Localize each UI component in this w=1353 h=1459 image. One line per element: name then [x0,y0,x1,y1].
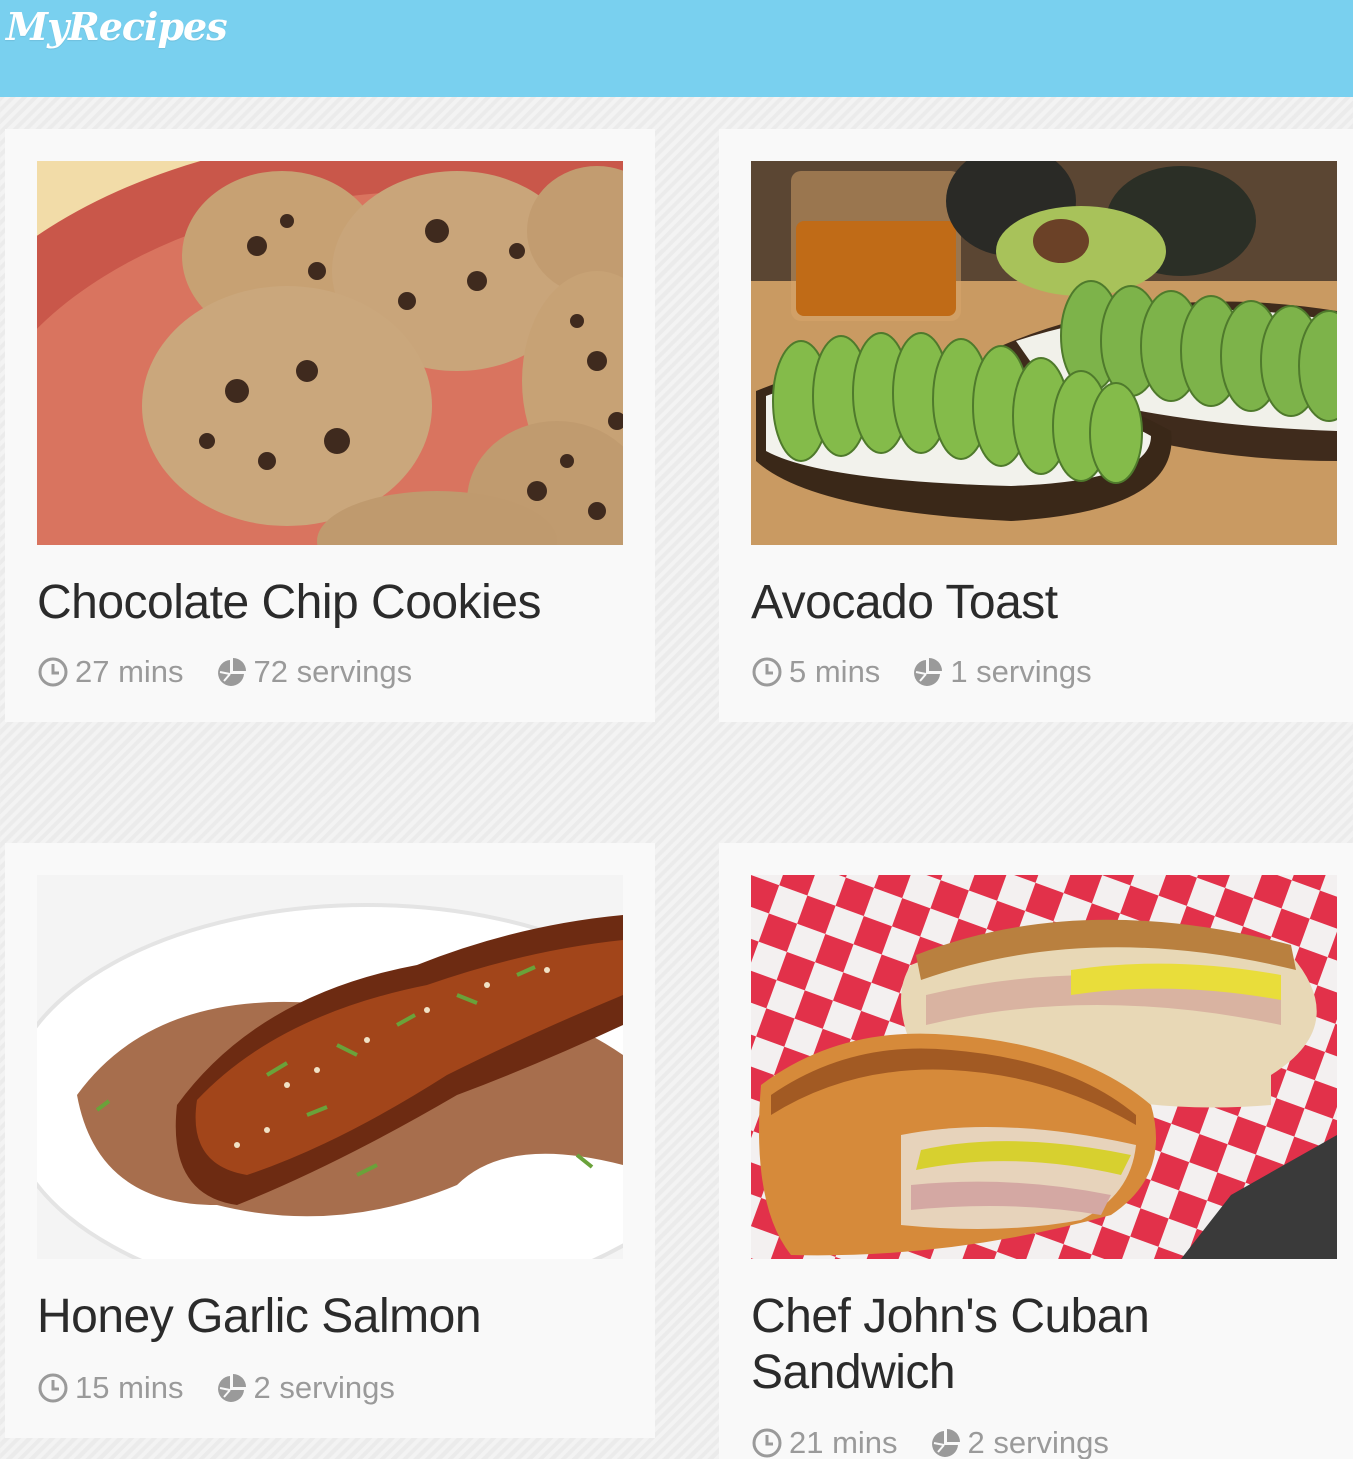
recipe-card[interactable]: Chocolate Chip Cookies 27 mins 72 servin… [5,129,655,722]
recipe-title[interactable]: Honey Garlic Salmon [37,1289,623,1345]
recipe-meta: 21 mins 2 servings [751,1425,1141,1459]
clock-icon [752,1428,782,1458]
recipe-time: 15 mins [37,1370,184,1406]
recipe-meta: 27 mins 72 servings [37,654,444,690]
recipe-title[interactable]: Avocado Toast [751,575,1337,631]
recipe-time-label: 15 mins [75,1370,184,1405]
recipe-servings: 1 servings [912,654,1092,690]
app-header: MyRecipes [0,0,1353,97]
pie-chart-icon [914,658,943,686]
recipe-image[interactable] [37,161,623,545]
recipe-time: 27 mins [37,654,184,690]
clock-icon [752,657,782,687]
pie-chart-icon [931,1429,960,1457]
recipe-title[interactable]: Chocolate Chip Cookies [37,575,623,631]
recipe-meta: 15 mins 2 servings [37,1370,427,1406]
chocolate-chip-cookies-photo [37,161,623,545]
recipe-time: 21 mins [751,1425,898,1459]
recipe-servings-label: 2 servings [967,1425,1109,1459]
recipe-servings-label: 72 servings [253,654,413,689]
recipe-servings: 2 servings [216,1370,395,1406]
recipe-servings-label: 2 servings [253,1370,395,1405]
pie-chart-icon [217,1374,246,1402]
recipe-time-label: 27 mins [75,654,184,689]
recipe-image[interactable] [751,875,1337,1259]
recipe-servings-label: 1 servings [950,654,1092,689]
recipe-time-label: 21 mins [789,1425,898,1459]
avocado-toast-photo [751,161,1337,545]
honey-garlic-salmon-photo [37,875,623,1259]
recipe-title[interactable]: Chef John's Cuban Sandwich [751,1289,1337,1401]
cuban-sandwich-photo [751,875,1337,1259]
recipe-servings: 72 servings [216,654,413,690]
recipe-time: 5 mins [751,654,880,690]
recipe-card[interactable]: Chef John's Cuban Sandwich 21 mins 2 ser… [719,843,1353,1459]
clock-icon [38,657,68,687]
clock-icon [38,1373,68,1403]
recipe-image[interactable] [37,875,623,1259]
pie-chart-icon [217,658,246,686]
recipe-card[interactable]: Avocado Toast 5 mins 1 servings [719,129,1353,722]
recipe-meta: 5 mins 1 servings [751,654,1124,690]
recipe-servings: 2 servings [930,1425,1109,1459]
recipe-image[interactable] [751,161,1337,545]
recipe-time-label: 5 mins [789,654,881,689]
recipe-card[interactable]: Honey Garlic Salmon 15 mins 2 servings [5,843,655,1438]
app-logo[interactable]: MyRecipes [6,4,228,49]
